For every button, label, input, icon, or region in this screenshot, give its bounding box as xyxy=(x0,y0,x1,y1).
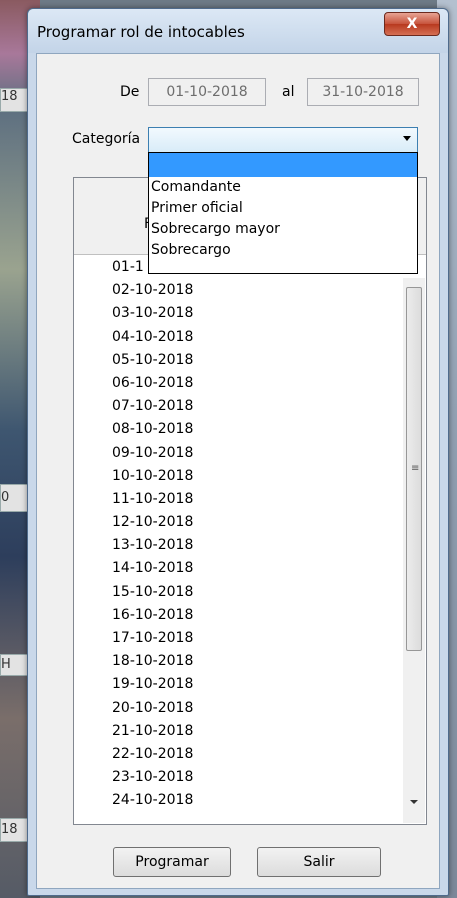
table-row[interactable]: 21-10-2018 xyxy=(74,720,394,743)
category-option[interactable]: Comandante xyxy=(149,177,417,198)
table-row[interactable]: 05-10-2018 xyxy=(74,349,394,372)
category-option[interactable]: Primer oficial xyxy=(149,198,417,219)
table-row[interactable]: 19-10-2018 xyxy=(74,673,394,696)
to-label: al xyxy=(282,84,295,100)
title-bar[interactable]: Programar rol de intocables X xyxy=(28,9,448,53)
close-button[interactable]: X xyxy=(384,12,440,36)
chevron-down-icon[interactable] xyxy=(403,136,411,141)
to-date-field[interactable]: 31-10-2018 xyxy=(307,78,419,106)
table-row[interactable]: 09-10-2018 xyxy=(74,442,394,465)
vertical-scrollbar[interactable]: ≡ xyxy=(403,278,425,823)
table-row[interactable]: 22-10-2018 xyxy=(74,743,394,766)
table-row[interactable]: 18-10-2018 xyxy=(74,650,394,673)
table-row[interactable]: 11-10-2018 xyxy=(74,488,394,511)
table-row[interactable]: 24-10-2018 xyxy=(74,789,394,812)
table-row[interactable]: 08-10-2018 xyxy=(74,418,394,441)
category-select[interactable] xyxy=(148,127,418,153)
close-icon: X xyxy=(406,16,418,32)
table-row[interactable]: 15-10-2018 xyxy=(74,581,394,604)
category-dropdown-list[interactable]: Comandante Primer oficial Sobrecargo may… xyxy=(148,152,418,274)
table-row[interactable]: 20-10-2018 xyxy=(74,697,394,720)
table-row[interactable]: 12-10-2018 xyxy=(74,511,394,534)
table-row[interactable]: 03-10-2018 xyxy=(74,302,394,325)
category-option[interactable]: Sobrecargo xyxy=(149,240,417,261)
dates-grid[interactable]: Fe 01-1 02-10-2018 03-10-2018 04-10-2018… xyxy=(73,177,427,825)
category-option[interactable]: Sobrecargo mayor xyxy=(149,219,417,240)
table-row[interactable]: 17-10-2018 xyxy=(74,627,394,650)
window-title: Programar rol de intocables xyxy=(37,23,245,41)
exit-button[interactable]: Salir xyxy=(257,847,381,877)
scroll-down-arrow-icon[interactable] xyxy=(410,800,418,804)
table-row[interactable]: 04-10-2018 xyxy=(74,326,394,349)
from-label: De xyxy=(120,84,140,100)
category-option[interactable] xyxy=(149,153,417,177)
program-button[interactable]: Programar xyxy=(113,847,231,877)
grid-rows: 01-1 02-10-2018 03-10-2018 04-10-2018 05… xyxy=(74,256,394,813)
table-row[interactable]: 14-10-2018 xyxy=(74,557,394,580)
table-row[interactable]: 13-10-2018 xyxy=(74,534,394,557)
scrollbar-thumb[interactable]: ≡ xyxy=(406,287,422,651)
dialog-client-area: De 01-10-2018 al 31-10-2018 Categoría Co… xyxy=(36,53,440,889)
from-date-field[interactable]: 01-10-2018 xyxy=(148,78,266,106)
table-row[interactable]: 06-10-2018 xyxy=(74,372,394,395)
table-row[interactable]: 23-10-2018 xyxy=(74,766,394,789)
category-label: Categoría xyxy=(72,131,141,147)
table-row[interactable]: 02-10-2018 xyxy=(74,279,394,302)
table-row[interactable]: 16-10-2018 xyxy=(74,604,394,627)
grip-icon: ≡ xyxy=(411,463,420,474)
table-row[interactable]: 07-10-2018 xyxy=(74,395,394,418)
dialog-window: Programar rol de intocables X De 01-10-2… xyxy=(27,8,449,896)
table-row[interactable]: 10-10-2018 xyxy=(74,465,394,488)
